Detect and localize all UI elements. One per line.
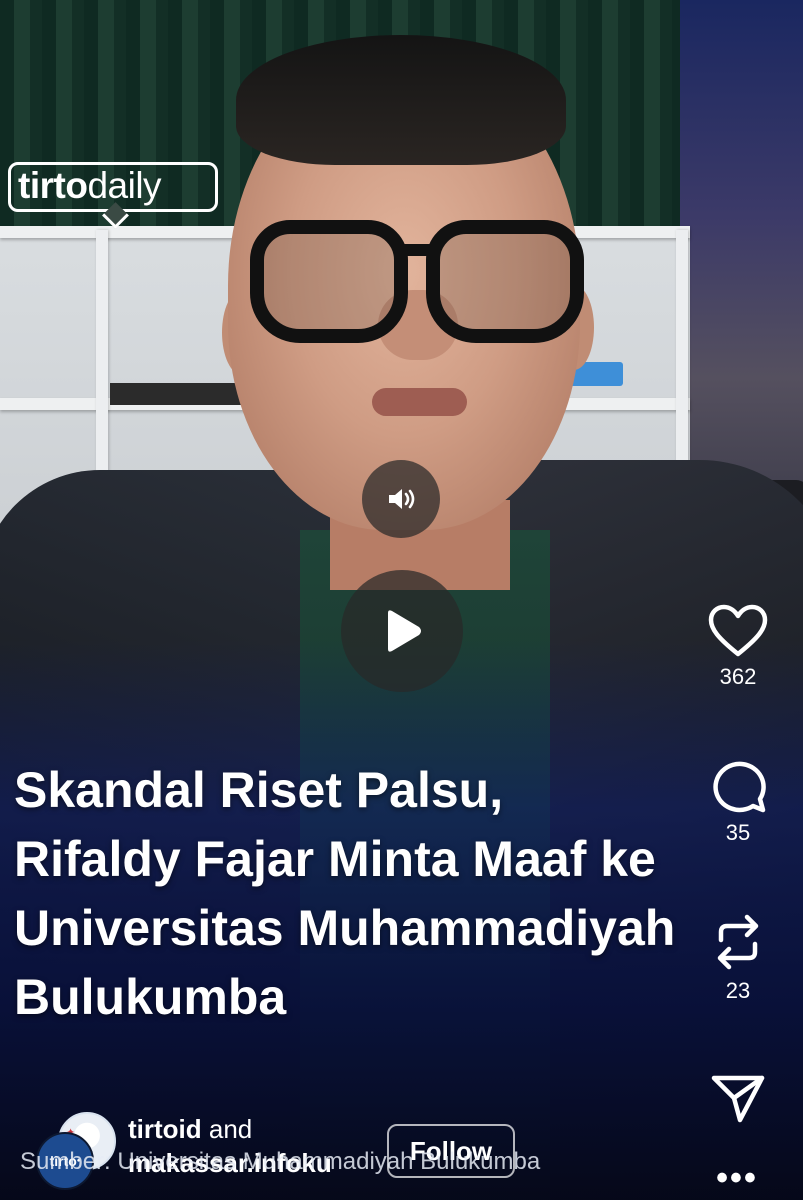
tirtodaily-logo: tirtodaily [8,162,218,229]
person-hair [236,35,566,165]
play-icon [388,610,421,652]
heart-icon[interactable] [708,604,768,658]
logo-text: tirtodaily [18,165,162,206]
repost-action[interactable]: 23 [700,912,776,1004]
repost-icon[interactable] [711,912,765,972]
play-button[interactable] [341,570,463,692]
author-names[interactable]: tirtoid and [128,1114,252,1145]
sound-toggle-button[interactable] [362,460,440,538]
person-mouth [372,388,467,416]
repost-count: 23 [725,978,751,1003]
author-primary[interactable]: tirtoid [128,1114,202,1144]
background-wall [680,0,803,540]
like-action[interactable]: 362 [700,604,776,690]
headline-line: Universitas Muhammadiyah [14,900,676,956]
reel-viewer[interactable]: tirtodaily Skandal Riset Palsu, Rifaldy … [0,0,803,1200]
video-headline: Skandal Riset Palsu, Rifaldy Fajar Minta… [14,756,803,1032]
author-joiner: and [201,1114,253,1144]
headline-line: Rifaldy Fajar Minta Maaf ke [14,831,656,887]
more-dots-icon[interactable]: ••• [712,1161,762,1198]
speaker-icon [389,489,415,509]
glasses-lens-right [426,220,584,343]
glasses-bridge [402,244,432,256]
comment-action[interactable]: 35 [700,758,776,846]
headline-line: Bulukumba [14,969,287,1025]
shelf-binders [110,383,250,405]
source-caption: Sumber: Universitas Muhammadiyah Bulukum… [20,1148,541,1175]
headline-line: Skandal Riset Palsu, [14,762,504,818]
glasses-lens-left [250,220,408,343]
comment-bubble-icon[interactable] [709,758,767,814]
like-count: 362 [719,664,757,689]
comment-count: 35 [725,820,751,845]
